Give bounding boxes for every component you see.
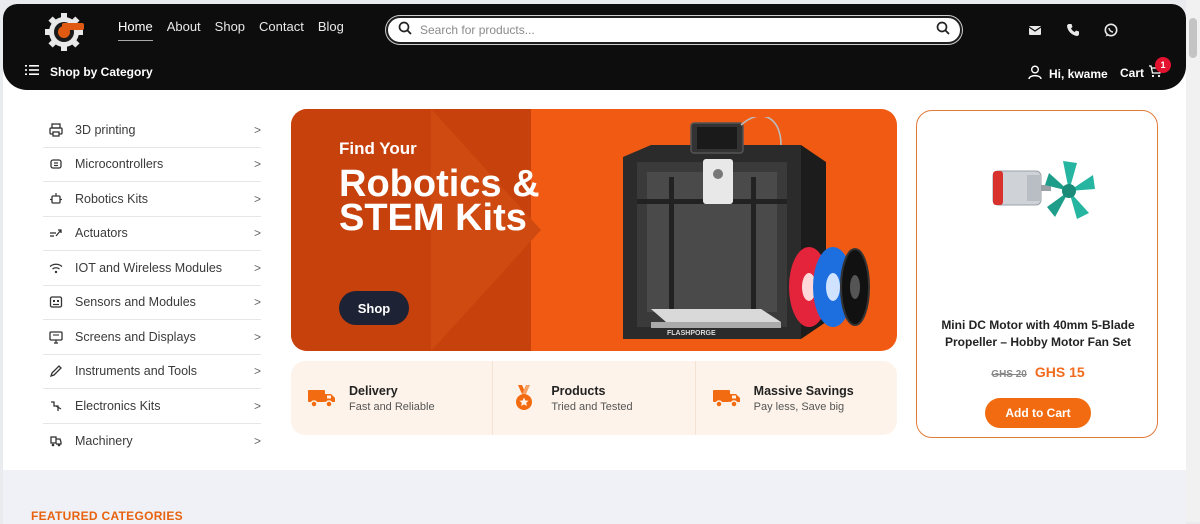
nav-home[interactable]: Home: [118, 19, 153, 41]
feature-title: Massive Savings: [753, 383, 854, 398]
feature-products: Products Tried and Tested: [493, 361, 696, 435]
add-to-cart-button[interactable]: Add to Cart: [985, 398, 1091, 428]
product-name[interactable]: Mini DC Motor with 40mm 5-Blade Propelle…: [933, 317, 1143, 351]
sidebar-item-3d-printing[interactable]: 3D printing >: [43, 113, 261, 148]
category-button-label: Shop by Category: [50, 64, 153, 79]
hero-banner: Find Your Robotics & STEM Kits Shop FLAS…: [291, 109, 897, 351]
product-prices: GHS 20 GHS 15: [917, 364, 1159, 380]
motor-fan-image: [987, 153, 1097, 233]
user-account[interactable]: Hi, kwame: [1027, 64, 1108, 83]
chip-icon: [46, 156, 66, 172]
features-strip: Delivery Fast and Reliable Products Trie…: [291, 361, 897, 435]
feature-subtitle: Tried and Tested: [551, 400, 633, 413]
hero-title: Robotics & STEM Kits: [339, 163, 540, 239]
display-icon: [46, 329, 66, 345]
page-scrollbar[interactable]: [1186, 0, 1200, 522]
contact-icons: [1027, 22, 1119, 38]
product-old-price: GHS 20: [991, 369, 1027, 380]
menu-list-icon: [25, 64, 39, 79]
cart-label: Cart: [1120, 65, 1145, 80]
sidebar-item-actuators[interactable]: Actuators >: [43, 217, 261, 251]
feature-subtitle: Fast and Reliable: [349, 400, 435, 413]
sidebar-item-label: Actuators: [75, 226, 128, 241]
sidebar-item-label: Screens and Displays: [75, 329, 196, 344]
sensor-icon: [46, 294, 66, 310]
search-input[interactable]: [412, 23, 936, 37]
sidebar-item-label: Robotics Kits: [75, 191, 148, 206]
sidebar-item-screens[interactable]: Screens and Displays >: [43, 320, 261, 355]
sidebar-item-iot-wireless[interactable]: IOT and Wireless Modules >: [43, 251, 261, 286]
shop-by-category-button[interactable]: Shop by Category: [25, 64, 153, 79]
3d-printer-image: FLASHPORGE: [611, 115, 871, 349]
feature-title: Products: [551, 383, 606, 398]
medal-icon: [509, 383, 539, 413]
product-card[interactable]: Mini DC Motor with 40mm 5-Blade Propelle…: [916, 110, 1158, 438]
hero-subtitle: Find Your: [339, 139, 417, 158]
actuator-icon: [46, 225, 66, 241]
user-icon: [1027, 64, 1043, 83]
chevron-right-icon: >: [253, 122, 261, 137]
chevron-right-icon: >: [253, 433, 261, 448]
chevron-right-icon: >: [253, 226, 261, 241]
chevron-right-icon: >: [253, 364, 261, 379]
whatsapp-icon[interactable]: [1103, 22, 1119, 38]
sidebar-item-machinery[interactable]: Machinery >: [43, 424, 261, 459]
feature-delivery: Delivery Fast and Reliable: [291, 361, 494, 435]
nav-blog[interactable]: Blog: [318, 19, 344, 34]
featured-categories-section: FEATURED CATEGORIES: [3, 470, 1186, 524]
featured-categories-title: FEATURED CATEGORIES: [31, 509, 183, 523]
hero-shop-button[interactable]: Shop: [339, 291, 409, 325]
category-sidebar: 3D printing > Microcontrollers > Robotic…: [43, 113, 261, 458]
cart-button[interactable]: Cart 1: [1120, 57, 1171, 81]
scrollbar-thumb[interactable]: [1189, 18, 1197, 58]
nav-about[interactable]: About: [167, 19, 201, 34]
sidebar-item-label: 3D printing: [75, 122, 136, 137]
chevron-right-icon: >: [253, 157, 261, 172]
product-new-price: GHS 15: [1034, 364, 1085, 380]
sidebar-item-electronics-kits[interactable]: Electronics Kits >: [43, 389, 261, 424]
printer-brand-label: FLASHPORGE: [667, 330, 716, 337]
truck-icon: [712, 383, 742, 413]
search-icon: [398, 21, 412, 40]
page: Home About Shop Contact Blog Search for …: [3, 4, 1186, 524]
robot-icon: [46, 191, 66, 207]
search-bar: [386, 16, 962, 44]
main-nav: Home About Shop Contact Blog: [118, 19, 344, 41]
feature-savings: Massive Savings Pay less, Save big: [696, 361, 897, 435]
chevron-right-icon: >: [253, 260, 261, 275]
sidebar-item-instruments[interactable]: Instruments and Tools >: [43, 355, 261, 389]
sidebar-item-sensors[interactable]: Sensors and Modules >: [43, 286, 261, 320]
printer-icon: [46, 122, 66, 138]
site-header: Home About Shop Contact Blog Search for …: [3, 4, 1186, 90]
gear-logo-icon[interactable]: [43, 12, 85, 52]
sidebar-item-label: Sensors and Modules: [75, 295, 196, 310]
feature-title: Delivery: [349, 383, 398, 398]
mail-icon[interactable]: [1027, 22, 1043, 38]
phone-icon[interactable]: [1065, 22, 1081, 38]
sidebar-item-label: IOT and Wireless Modules: [75, 260, 223, 275]
circuit-icon: [46, 398, 66, 414]
nav-contact[interactable]: Contact: [259, 19, 304, 34]
truck-icon: [307, 383, 337, 413]
pencil-tool-icon: [46, 363, 66, 379]
nav-shop[interactable]: Shop: [215, 19, 245, 34]
chevron-right-icon: >: [253, 191, 261, 206]
chevron-right-icon: >: [253, 295, 261, 310]
machinery-icon: [46, 433, 66, 449]
wifi-icon: [46, 260, 66, 276]
sidebar-item-microcontrollers[interactable]: Microcontrollers >: [43, 148, 261, 182]
sidebar-item-robotics-kits[interactable]: Robotics Kits >: [43, 182, 261, 217]
user-greeting: Hi, kwame: [1049, 66, 1108, 81]
search-submit-icon[interactable]: [936, 21, 950, 40]
sidebar-item-label: Machinery: [75, 433, 133, 448]
sidebar-item-label: Electronics Kits: [75, 398, 161, 413]
sidebar-item-label: Microcontrollers: [75, 157, 164, 172]
chevron-right-icon: >: [253, 329, 261, 344]
feature-subtitle: Pay less, Save big: [753, 400, 845, 413]
sidebar-item-label: Instruments and Tools: [75, 364, 198, 379]
cart-count-badge: 1: [1155, 57, 1171, 73]
chevron-right-icon: >: [253, 398, 261, 413]
